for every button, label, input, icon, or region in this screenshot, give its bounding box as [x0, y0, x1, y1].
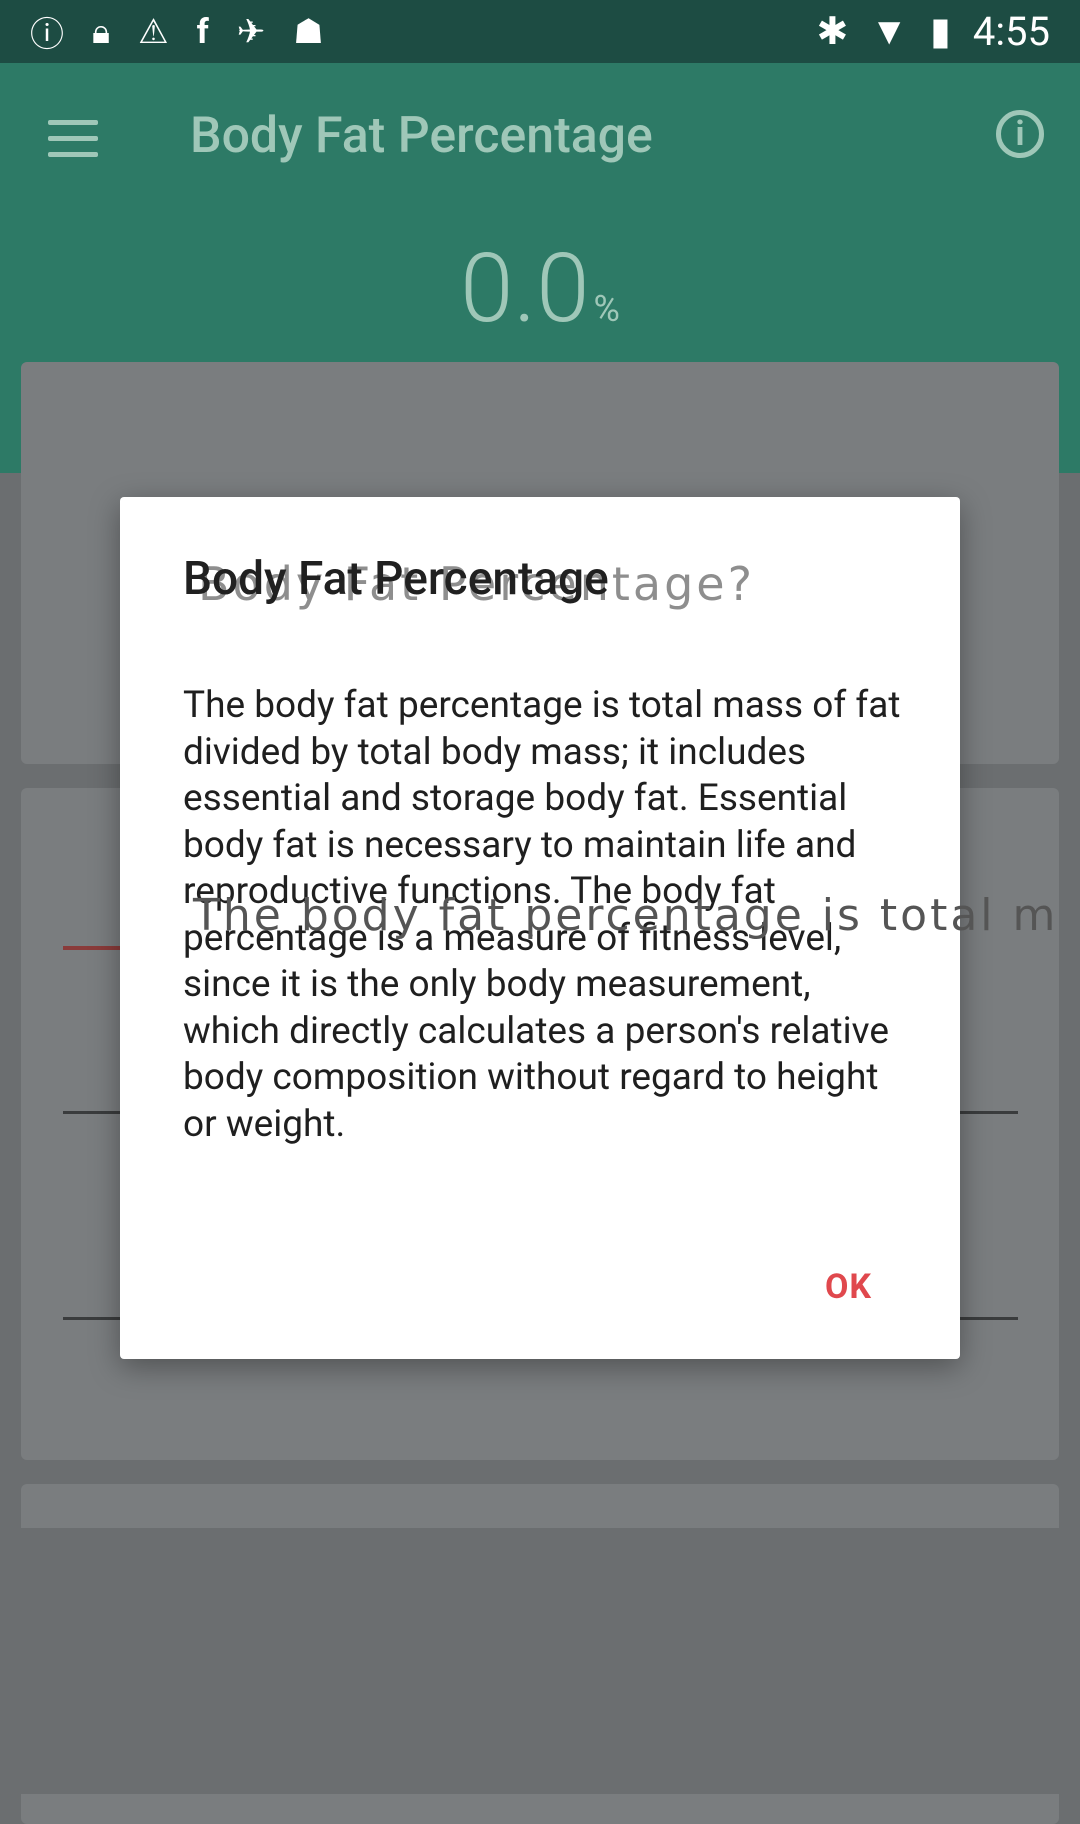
satellite-icon: ✈: [236, 11, 266, 52]
info-dialog: Body Fat Percentage? Body Fat Percentage…: [120, 497, 1055, 1359]
bluetooth-icon: ✱: [816, 10, 849, 54]
dim-overlay: [0, 1528, 1080, 1794]
app-title: Body Fat Percentage: [190, 107, 653, 165]
wifi-icon: ▼: [870, 9, 908, 54]
dialog-title: Body Fat Percentage: [183, 552, 609, 606]
menu-icon[interactable]: [48, 120, 98, 157]
android-icon: ☗: [293, 11, 324, 52]
warning-icon: ⚠: [138, 11, 169, 52]
battery-charging-icon: ▮: [929, 10, 951, 54]
ok-button[interactable]: OK: [825, 1267, 872, 1307]
result-unit: %: [593, 288, 620, 330]
facebook-icon: f: [196, 11, 209, 52]
info-icon[interactable]: i: [996, 110, 1044, 158]
clock: 4:55: [972, 8, 1050, 55]
dialog-message-ghost: The body fat percentage is total m: [193, 890, 1059, 941]
result-value: 0.0: [460, 233, 590, 345]
info-circle-icon: ⓘ: [30, 15, 64, 55]
result-display: 0.0%: [0, 233, 1080, 345]
status-bar: ⓘ 🔒︎ ⚠ f ✈ ☗ ✱ ▼ ▮ 4:55: [0, 0, 1080, 63]
status-icons-right: ✱ ▼ ▮ 4:55: [816, 8, 1080, 55]
status-icons-left: ⓘ 🔒︎ ⚠ f ✈ ☗: [0, 7, 324, 56]
lock-icon: 🔒︎: [92, 11, 111, 52]
